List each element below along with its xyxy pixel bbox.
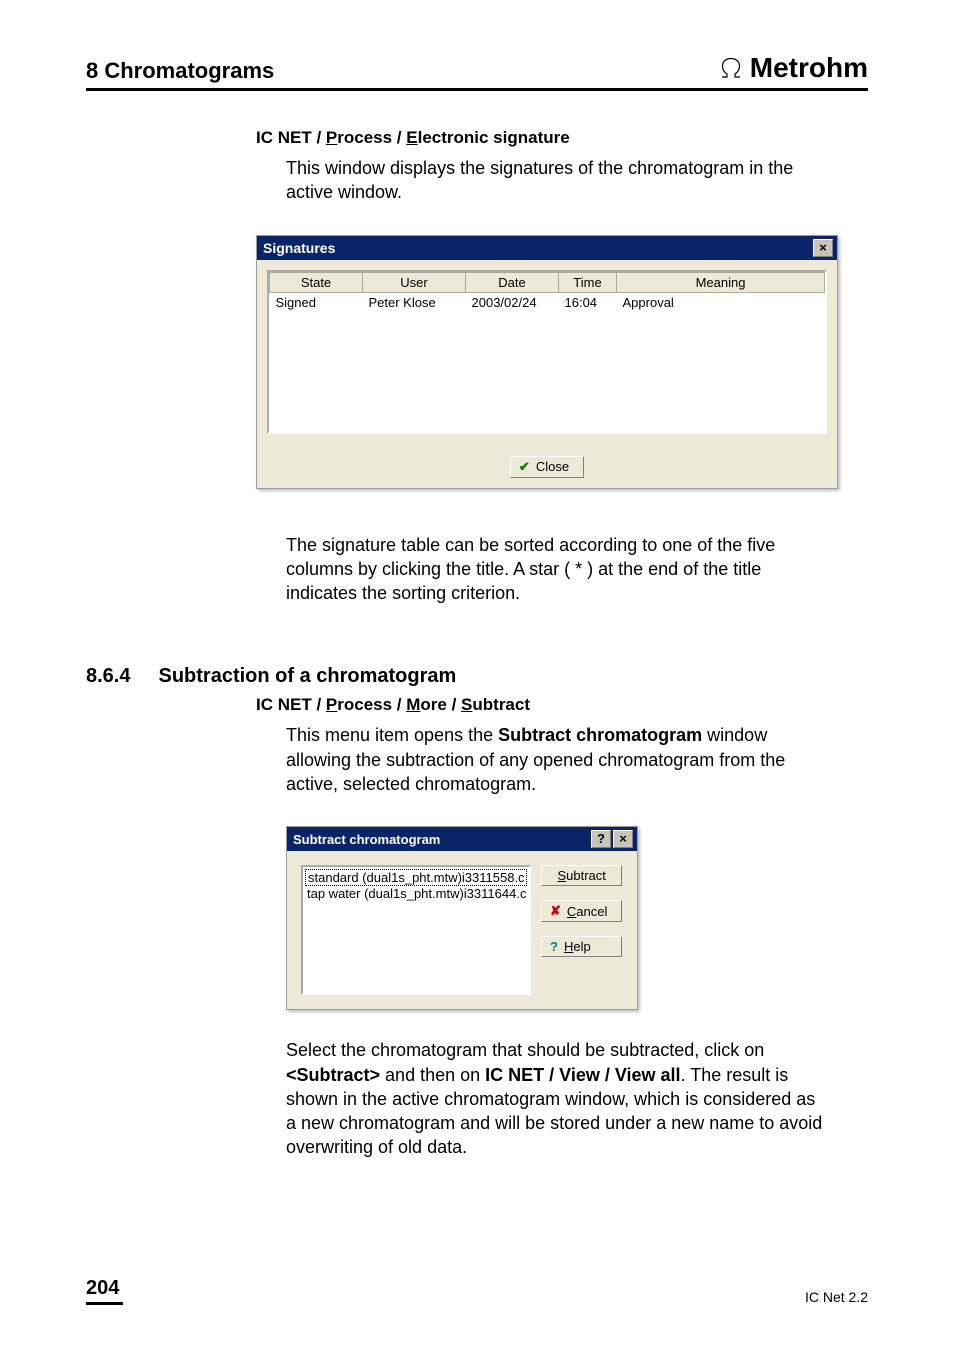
question-icon: ?	[550, 939, 558, 954]
col-state[interactable]: State	[270, 272, 363, 292]
close-icon[interactable]: ×	[813, 239, 833, 257]
brand-logo: Metrohm	[718, 52, 868, 84]
help-button[interactable]: ? Help	[541, 936, 622, 957]
signatures-titlebar[interactable]: Signatures ×	[257, 236, 837, 260]
chromatogram-list[interactable]: standard (dual1s_pht.mtw)i3311558.c tap …	[301, 865, 531, 995]
col-user[interactable]: User	[363, 272, 466, 292]
list-item[interactable]: tap water (dual1s_pht.mtw)i3311644.c	[305, 886, 527, 901]
list-item[interactable]: standard (dual1s_pht.mtw)i3311558.c	[305, 869, 527, 886]
result-paragraph: Select the chromatogram that should be s…	[286, 1038, 826, 1159]
page-footer: 204 IC Net 2.2	[86, 1277, 868, 1305]
section-number: 8.6.4	[86, 665, 130, 688]
col-date[interactable]: Date	[466, 272, 559, 292]
omega-icon	[718, 57, 744, 79]
col-time[interactable]: Time	[559, 272, 617, 292]
breadcrumb-signatures: IC NET / Process / Electronic signature	[256, 127, 816, 150]
sorting-paragraph: The signature table can be sorted accord…	[286, 533, 826, 606]
subtract-titlebar[interactable]: Subtract chromatogram ? ×	[287, 827, 637, 851]
subtract-window: Subtract chromatogram ? × standard (dual…	[286, 826, 638, 1010]
window-title: Subtract chromatogram	[293, 832, 440, 847]
subtract-button[interactable]: Subtract	[541, 865, 622, 886]
close-icon[interactable]: ×	[613, 830, 633, 848]
page-number: 204	[86, 1277, 123, 1305]
product-name: IC Net 2.2	[805, 1289, 868, 1305]
signatures-table: State User Date Time Meaning Signed Pete…	[267, 270, 827, 434]
help-icon[interactable]: ?	[591, 830, 611, 848]
page-header: 8 Chromatograms Metrohm	[86, 52, 868, 91]
col-meaning[interactable]: Meaning	[617, 272, 825, 292]
section-heading: 8.6.4 Subtraction of a chromatogram	[86, 665, 868, 688]
close-button[interactable]: ✔ Close	[510, 456, 584, 478]
signatures-window: Signatures × State User Date Time Meanin…	[256, 235, 838, 489]
cancel-button[interactable]: ✘ Cancel	[541, 900, 622, 922]
table-header-row[interactable]: State User Date Time Meaning	[270, 272, 825, 292]
brand-text: Metrohm	[750, 52, 868, 84]
intro-text: This window displays the signatures of t…	[286, 156, 816, 205]
table-row[interactable]: Signed Peter Klose 2003/02/24 16:04 Appr…	[270, 292, 825, 312]
subtract-intro: This menu item opens the Subtract chroma…	[286, 723, 816, 796]
chapter-title: 8 Chromatograms	[86, 58, 274, 84]
x-icon: ✘	[550, 903, 561, 919]
check-icon: ✔	[519, 459, 530, 475]
section-title: Subtraction of a chromatogram	[158, 665, 456, 688]
breadcrumb-subtract: IC NET / Process / More / Subtract	[256, 694, 816, 717]
window-title: Signatures	[263, 240, 335, 256]
